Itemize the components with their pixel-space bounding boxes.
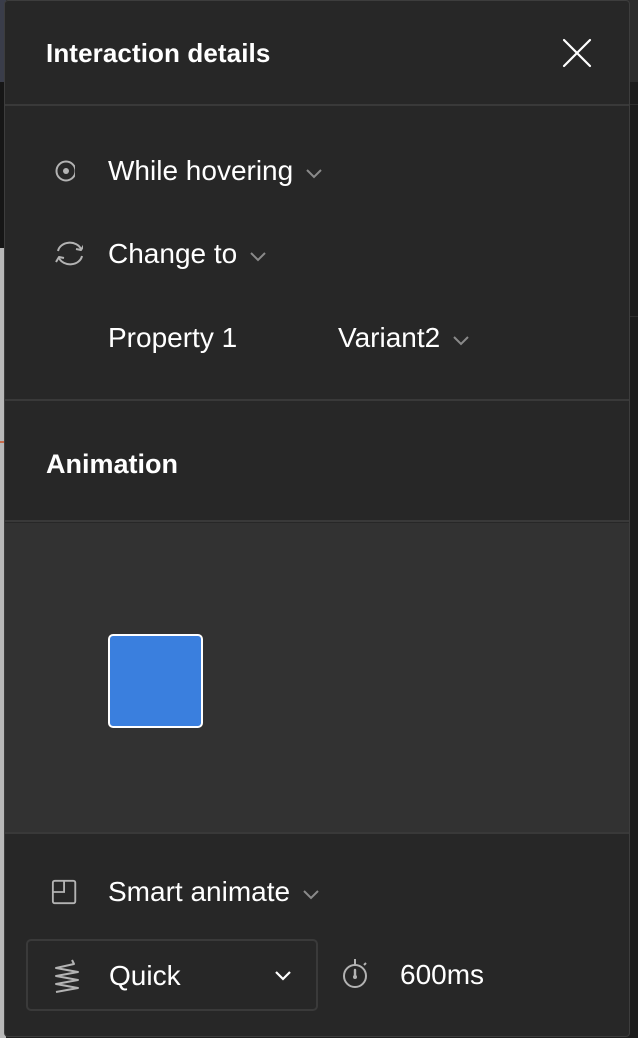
smart-animate-icon — [51, 879, 77, 905]
animation-section-header: Animation — [5, 402, 629, 522]
duration-value: 600ms — [400, 959, 485, 990]
animation-type-label: Smart animate — [108, 876, 291, 907]
panel-header: Interaction details — [5, 1, 629, 106]
close-button[interactable] — [561, 37, 593, 69]
property-name: Property 1 — [108, 322, 238, 353]
animation-preview — [5, 523, 629, 834]
animation-type-dropdown[interactable]: Smart animate — [5, 872, 365, 912]
swap-arrows-icon — [55, 241, 83, 266]
trigger-label-wrap: While hovering — [108, 155, 323, 187]
property-value: Variant2 — [338, 322, 441, 353]
animation-section-title: Animation — [46, 449, 178, 479]
easing-label: Quick — [109, 960, 181, 991]
chevron-down-icon — [453, 335, 469, 346]
animation-settings: Smart animate Quick 600ms — [5, 836, 629, 1036]
hover-target-icon — [55, 160, 75, 182]
chevron-down-icon — [250, 251, 266, 262]
trigger-dropdown[interactable]: While hovering — [5, 151, 365, 191]
interaction-details-panel: Interaction details While hovering Chang… — [4, 0, 630, 1037]
panel-title: Interaction details — [46, 38, 271, 68]
chevron-down-icon — [303, 889, 319, 900]
trigger-label: While hovering — [108, 155, 294, 186]
animation-type-label-wrap: Smart animate — [108, 876, 320, 908]
action-dropdown[interactable]: Change to — [5, 234, 305, 274]
trigger-action-section: While hovering Change to Property 1 Vari… — [5, 107, 629, 401]
close-icon — [562, 38, 592, 68]
spring-icon — [55, 959, 79, 993]
action-label-wrap: Change to — [108, 238, 267, 270]
duration-field[interactable]: 600ms — [340, 949, 540, 999]
property-row: Property 1 Variant2 — [5, 318, 629, 358]
chevron-down-icon — [306, 168, 322, 179]
easing-select[interactable]: Quick — [26, 939, 318, 1011]
action-label: Change to — [108, 238, 238, 269]
stopwatch-icon — [343, 959, 367, 988]
property-value-dropdown[interactable]: Variant2 — [338, 322, 470, 354]
preview-layer-square — [108, 634, 203, 728]
chevron-down-icon — [275, 971, 291, 981]
